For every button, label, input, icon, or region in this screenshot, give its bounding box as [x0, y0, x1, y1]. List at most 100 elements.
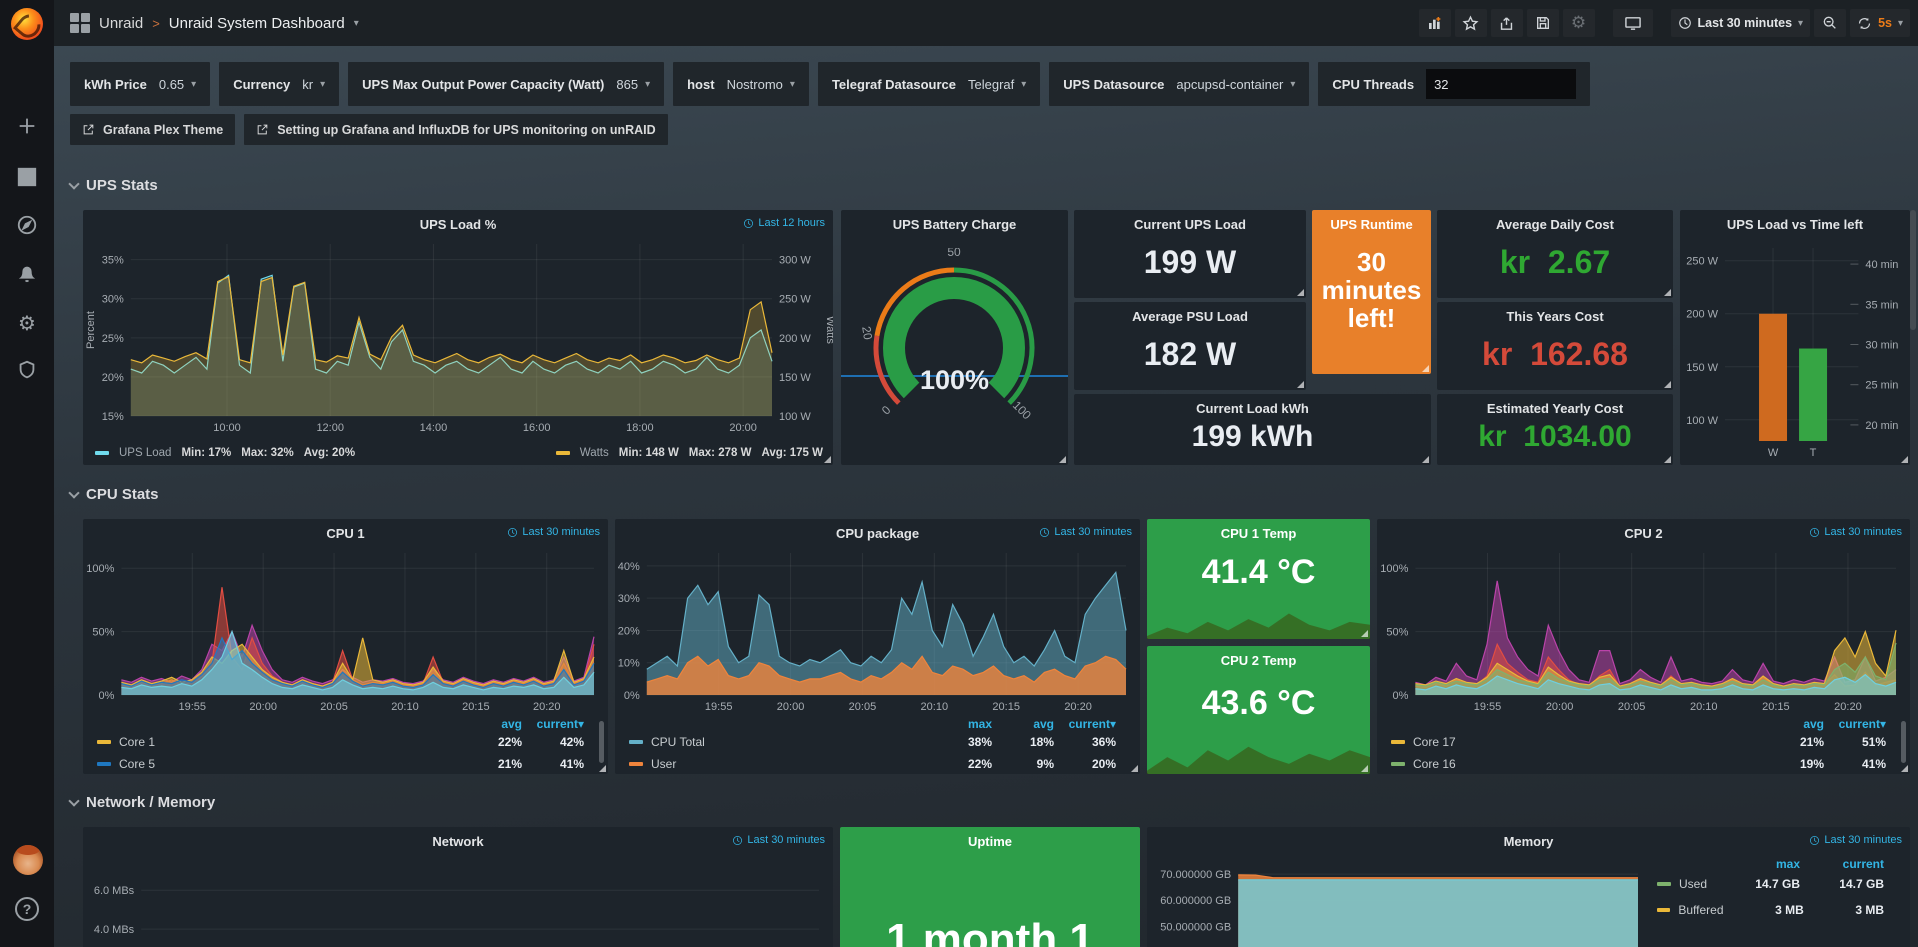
- refresh-button[interactable]: 5s ▾: [1850, 9, 1910, 37]
- svg-text:T: T: [1810, 447, 1817, 459]
- ups-vs-time-bar-chart[interactable]: 100 W150 W200 W250 W20 min25 min30 min35…: [1680, 238, 1910, 461]
- panel-cpu2: CPU 2 Last 30 minutes 0%50%100%19:5520:0…: [1377, 519, 1910, 774]
- var-kwh-price[interactable]: kWh Price 0.65▾: [70, 62, 210, 106]
- stat-value: 43.6 °C: [1147, 684, 1370, 723]
- ups-load-chart[interactable]: 15%20%25%30%35%100 W150 W200 W250 W300 W…: [83, 236, 833, 436]
- legend-scrollbar[interactable]: [1901, 721, 1906, 763]
- cpu-package-chart[interactable]: 0%10%20%30%40%19:5520:0020:0520:1020:152…: [615, 545, 1140, 715]
- svg-text:10%: 10%: [618, 658, 640, 670]
- time-override-tag[interactable]: Last 12 hours: [743, 217, 825, 229]
- time-override-tag[interactable]: Last 30 minutes: [1809, 526, 1902, 538]
- link-ups-monitoring-guide[interactable]: Setting up Grafana and InfluxDB for UPS …: [244, 114, 667, 145]
- panel-title[interactable]: Average PSU Load: [1074, 309, 1306, 324]
- battery-gauge[interactable]: 02050100: [854, 248, 1054, 438]
- dashboard-grid-icon[interactable]: [70, 13, 90, 33]
- panel-title[interactable]: CPU 1 Temp: [1147, 526, 1370, 541]
- svg-text:6.0 MBs: 6.0 MBs: [94, 885, 135, 897]
- section-cpu-stats[interactable]: CPU Stats: [70, 486, 159, 503]
- clock-icon: [732, 835, 743, 846]
- panel-title[interactable]: CPU 2 Temp: [1147, 653, 1370, 668]
- legend-series-name[interactable]: Core 5: [119, 757, 155, 771]
- panel-title[interactable]: Network: [83, 834, 833, 849]
- time-range-label: Last 30 minutes: [1698, 16, 1792, 30]
- var-ups-max-output[interactable]: UPS Max Output Power Capacity (Watt) 865…: [348, 62, 664, 106]
- dropdown-caret-icon: ▾: [191, 79, 196, 90]
- legend-series-name[interactable]: User: [651, 757, 676, 771]
- svg-text:19:55: 19:55: [179, 701, 207, 713]
- side-menu: ⚙ ?: [0, 0, 54, 947]
- star-button[interactable]: [1455, 9, 1487, 37]
- var-ups-datasource[interactable]: UPS Datasource apcupsd-container▾: [1049, 62, 1309, 106]
- add-panel-button[interactable]: [1419, 9, 1451, 37]
- memory-chart[interactable]: 50.000000 GB60.000000 GB70.000000 GB: [1147, 853, 1652, 947]
- time-override-tag[interactable]: Last 30 minutes: [732, 834, 825, 846]
- section-ups-stats[interactable]: UPS Stats: [70, 177, 158, 194]
- var-host[interactable]: host Nostromo▾: [673, 62, 809, 106]
- legend-series-name[interactable]: UPS Load: [119, 447, 171, 459]
- panel-title[interactable]: UPS Runtime: [1312, 217, 1431, 232]
- network-chart[interactable]: 2.0 MBs4.0 MBs6.0 MBs: [83, 853, 833, 947]
- legend-sort-column[interactable]: current▾: [522, 717, 584, 731]
- legend-series-name[interactable]: Watts: [580, 447, 609, 459]
- svg-text:150 W: 150 W: [779, 372, 811, 384]
- cpu2-chart[interactable]: 0%50%100%19:5520:0020:0520:1020:1520:20: [1377, 545, 1910, 715]
- legend-sort-column[interactable]: current▾: [1824, 717, 1886, 731]
- panel-title[interactable]: This Years Cost: [1437, 309, 1673, 324]
- legend-series-name[interactable]: Used: [1679, 877, 1707, 891]
- var-telegraf-datasource[interactable]: Telegraf Datasource Telegraf▾: [818, 62, 1040, 106]
- collapse-chevron-icon: [68, 178, 79, 189]
- dashboards-icon[interactable]: [15, 166, 39, 190]
- dropdown-caret-icon: ▾: [645, 79, 650, 90]
- legend-swatch: [95, 451, 109, 455]
- time-override-tag[interactable]: Last 30 minutes: [1039, 526, 1132, 538]
- legend-series-name[interactable]: CPU Total: [651, 735, 705, 749]
- legend-series-name[interactable]: Buffered: [1678, 903, 1723, 917]
- legend-series-name[interactable]: Core 16: [1413, 757, 1456, 771]
- link-grafana-plex-theme[interactable]: Grafana Plex Theme: [70, 114, 235, 145]
- share-button[interactable]: [1491, 9, 1523, 37]
- breadcrumb-dashboard[interactable]: Unraid System Dashboard: [169, 15, 345, 32]
- dashboard-settings-gear-icon[interactable]: ⚙: [1563, 9, 1595, 37]
- create-plus-icon[interactable]: [15, 115, 39, 139]
- panel-title[interactable]: Estimated Yearly Cost: [1437, 401, 1673, 416]
- svg-text:20:20: 20:20: [1064, 701, 1092, 713]
- legend-scrollbar[interactable]: [599, 721, 604, 763]
- help-icon[interactable]: ?: [15, 897, 39, 921]
- panel-title[interactable]: Uptime: [840, 834, 1140, 849]
- panel-title[interactable]: UPS Load vs Time left: [1680, 217, 1910, 232]
- breadcrumb-folder[interactable]: Unraid: [99, 15, 143, 32]
- time-override-tag[interactable]: Last 30 minutes: [507, 526, 600, 538]
- save-button[interactable]: [1527, 9, 1559, 37]
- legend-series-name[interactable]: Core 1: [119, 735, 155, 749]
- zoom-out-button[interactable]: [1814, 9, 1846, 37]
- grafana-logo[interactable]: [11, 8, 43, 40]
- explore-icon[interactable]: [15, 214, 39, 238]
- panel-title[interactable]: UPS Battery Charge: [841, 217, 1068, 232]
- legend-swatch: [556, 451, 570, 455]
- alerting-bell-icon[interactable]: [15, 263, 39, 287]
- server-admin-shield-icon[interactable]: [15, 359, 39, 383]
- legend-series-name[interactable]: Core 17: [1413, 735, 1456, 749]
- var-currency[interactable]: Currency kr▾: [219, 62, 339, 106]
- legend-sort-column[interactable]: current▾: [1054, 717, 1116, 731]
- section-network-memory[interactable]: Network / Memory: [70, 794, 215, 811]
- time-range-picker[interactable]: Last 30 minutes ▾: [1671, 9, 1811, 37]
- cpu1-chart[interactable]: 0%50%100%19:5520:0020:0520:1020:1520:20: [83, 545, 608, 715]
- panel-title[interactable]: Memory: [1147, 834, 1910, 849]
- panel-title[interactable]: Current Load kWh: [1074, 401, 1431, 416]
- panel-title[interactable]: Current UPS Load: [1074, 217, 1306, 232]
- cpu-threads-input[interactable]: [1426, 69, 1576, 99]
- panel-ups-load-vs-time-left: UPS Load vs Time left 100 W150 W200 W250…: [1680, 210, 1910, 465]
- panel-current-load-kwh: Current Load kWh 199 kWh: [1074, 394, 1431, 465]
- panel-title[interactable]: Average Daily Cost: [1437, 217, 1673, 232]
- panel-title[interactable]: UPS Load %: [83, 217, 833, 232]
- cycle-view-tv-button[interactable]: [1613, 9, 1653, 37]
- user-avatar[interactable]: [13, 845, 43, 875]
- svg-text:15%: 15%: [102, 411, 124, 423]
- time-override-tag[interactable]: Last 30 minutes: [1809, 834, 1902, 846]
- page-scrollbar[interactable]: [1910, 210, 1916, 330]
- svg-text:35%: 35%: [102, 255, 124, 267]
- configuration-gear-icon[interactable]: ⚙: [15, 311, 39, 335]
- link-label: Grafana Plex Theme: [103, 123, 223, 137]
- breadcrumb-caret-icon[interactable]: ▾: [354, 18, 359, 29]
